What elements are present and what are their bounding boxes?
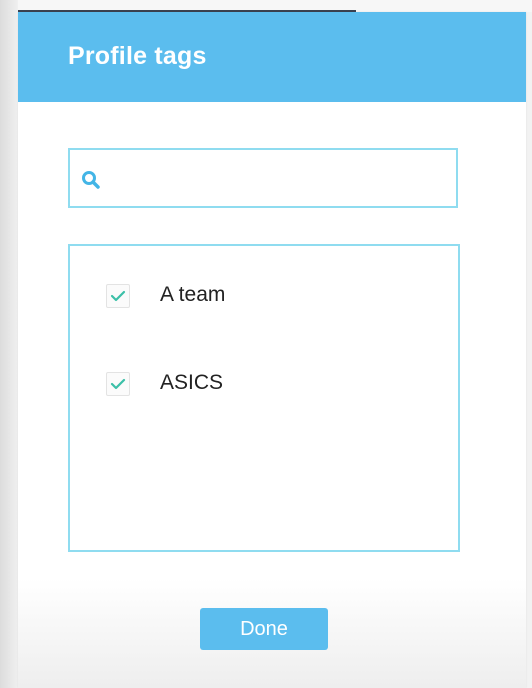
- background-edge: [0, 0, 18, 688]
- search-input[interactable]: [110, 158, 450, 200]
- tag-checkbox[interactable]: [106, 372, 130, 396]
- search-box[interactable]: [68, 148, 458, 208]
- dialog-header: Profile tags: [18, 12, 526, 102]
- done-button[interactable]: Done: [200, 608, 328, 650]
- tag-label: A team: [160, 283, 226, 306]
- search-icon: [80, 169, 102, 191]
- checkmark-icon: [110, 378, 126, 390]
- dialog-footer: Done: [18, 578, 526, 688]
- tag-checkbox[interactable]: [106, 284, 130, 308]
- dialog-title: Profile tags: [68, 42, 207, 70]
- checkmark-icon: [110, 290, 126, 302]
- tag-item-asics[interactable]: ASICS: [70, 366, 458, 406]
- screen: Profile tags A team ASICS Done: [0, 0, 532, 688]
- profile-tags-dialog: Profile tags A team ASICS Done: [18, 12, 526, 688]
- tag-list: A team ASICS: [68, 244, 460, 552]
- tag-label: ASICS: [160, 371, 224, 394]
- tag-item-a-team[interactable]: A team: [70, 278, 458, 318]
